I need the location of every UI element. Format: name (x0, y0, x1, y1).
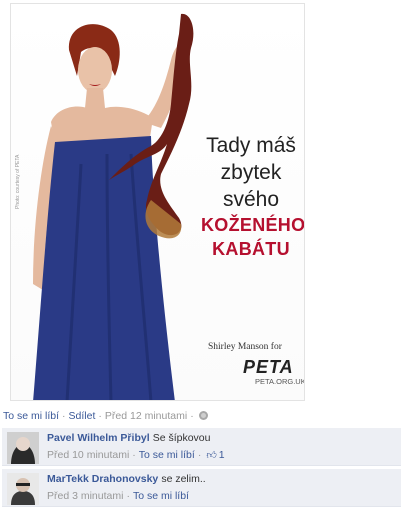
comment-timestamp[interactable]: Před 10 minutami (47, 449, 129, 461)
comment-text: se zelim.. (161, 473, 206, 485)
headline-line-3: svého (222, 188, 280, 211)
comment-like-link[interactable]: To se mi líbí (139, 449, 195, 461)
poster-credit: Shirley Manson for (208, 342, 282, 352)
separator: · (197, 449, 202, 461)
globe-icon[interactable] (198, 411, 208, 420)
neck-shape (85, 88, 105, 108)
peta-logo: PETA (243, 357, 294, 377)
avatar-image (7, 473, 39, 505)
poster-url: PETA.ORG.UK (255, 377, 305, 386)
comment-like-link[interactable]: To se mi líbí (133, 490, 189, 502)
like-link[interactable]: To se mi líbí (3, 410, 59, 422)
photo-credit-vertical: Photo: courtesy of PETA (15, 154, 21, 209)
headline-line-1: Tady máš (206, 134, 296, 157)
headline-red-2: KABÁTU (212, 239, 290, 259)
face-shape (78, 47, 112, 93)
comment-text: Se šípkovou (152, 432, 211, 444)
post-photo[interactable]: Photo: courtesy of PETA Tady máš zbytek … (10, 3, 305, 401)
separator: · (62, 410, 66, 422)
comment-meta: Před 10 minutami · To se mi líbí · 👍︎ 1 (47, 449, 397, 461)
headline-line-2: zbytek (220, 161, 282, 184)
thumbs-up-icon[interactable]: 👍︎ (206, 449, 216, 461)
avatar[interactable] (7, 473, 39, 505)
like-count[interactable]: 1 (219, 449, 225, 461)
comment-timestamp[interactable]: Před 3 minutami (47, 490, 123, 502)
separator: · (132, 449, 136, 461)
avatar-image (7, 432, 39, 464)
comment-meta: Před 3 minutami · To se mi líbí (47, 490, 397, 502)
comment-body: Pavel Wilhelm Přibyl Se šípkovou Před 10… (47, 432, 397, 461)
headline-red-1: KOŽENÉHO (201, 215, 305, 235)
avatar[interactable] (7, 432, 39, 464)
separator: · (190, 410, 194, 422)
comment-author[interactable]: MarTekk Drahonovsky (47, 473, 158, 485)
poster-headline: Tady máš zbytek svého KOŽENÉHO KABÁTU (201, 132, 305, 261)
dress-shape (33, 136, 175, 400)
comment-item: MarTekk Drahonovsky se zelim.. Před 3 mi… (2, 469, 401, 507)
separator: · (98, 410, 102, 422)
comment-body: MarTekk Drahonovsky se zelim.. Před 3 mi… (47, 473, 397, 502)
comment-item: Pavel Wilhelm Přibyl Se šípkovou Před 10… (2, 428, 401, 466)
separator: · (126, 490, 130, 502)
post-timestamp[interactable]: Před 12 minutami (105, 410, 187, 422)
post-actions: To se mi líbí · Sdílet · Před 12 minutami · (3, 410, 208, 422)
share-link[interactable]: Sdílet (69, 410, 96, 422)
comment-author[interactable]: Pavel Wilhelm Přibyl (47, 432, 150, 444)
